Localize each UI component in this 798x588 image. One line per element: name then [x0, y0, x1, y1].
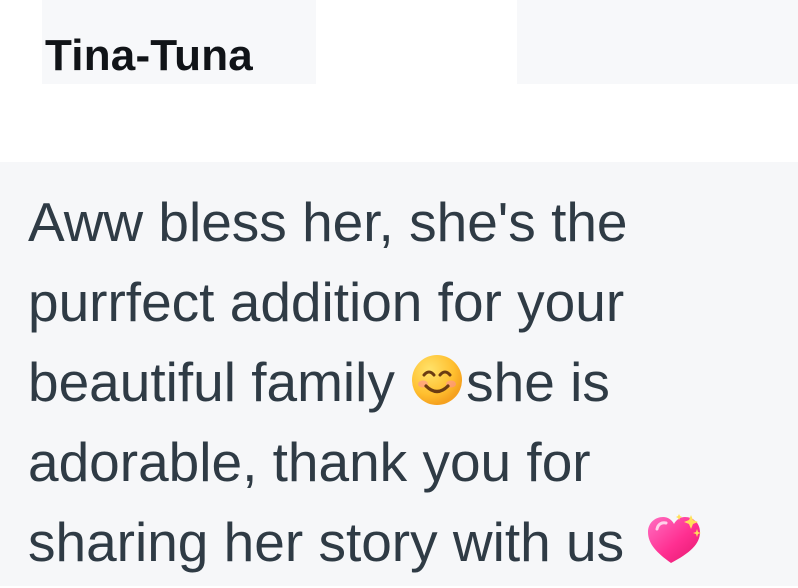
smiling-face-with-smiling-eyes-icon [410, 348, 464, 405]
comment-bubble: Aww bless her, she's the purrfect additi… [0, 162, 798, 586]
header-side-panel [517, 0, 798, 84]
sparkling-heart-icon [645, 508, 703, 563]
comment-text: Aww bless her, she's the purrfect additi… [28, 182, 768, 582]
author-panel: Tina-Tuna [42, 0, 316, 84]
comment-header: Tina-Tuna [0, 0, 798, 162]
comment-author[interactable]: Tina-Tuna [45, 30, 253, 82]
